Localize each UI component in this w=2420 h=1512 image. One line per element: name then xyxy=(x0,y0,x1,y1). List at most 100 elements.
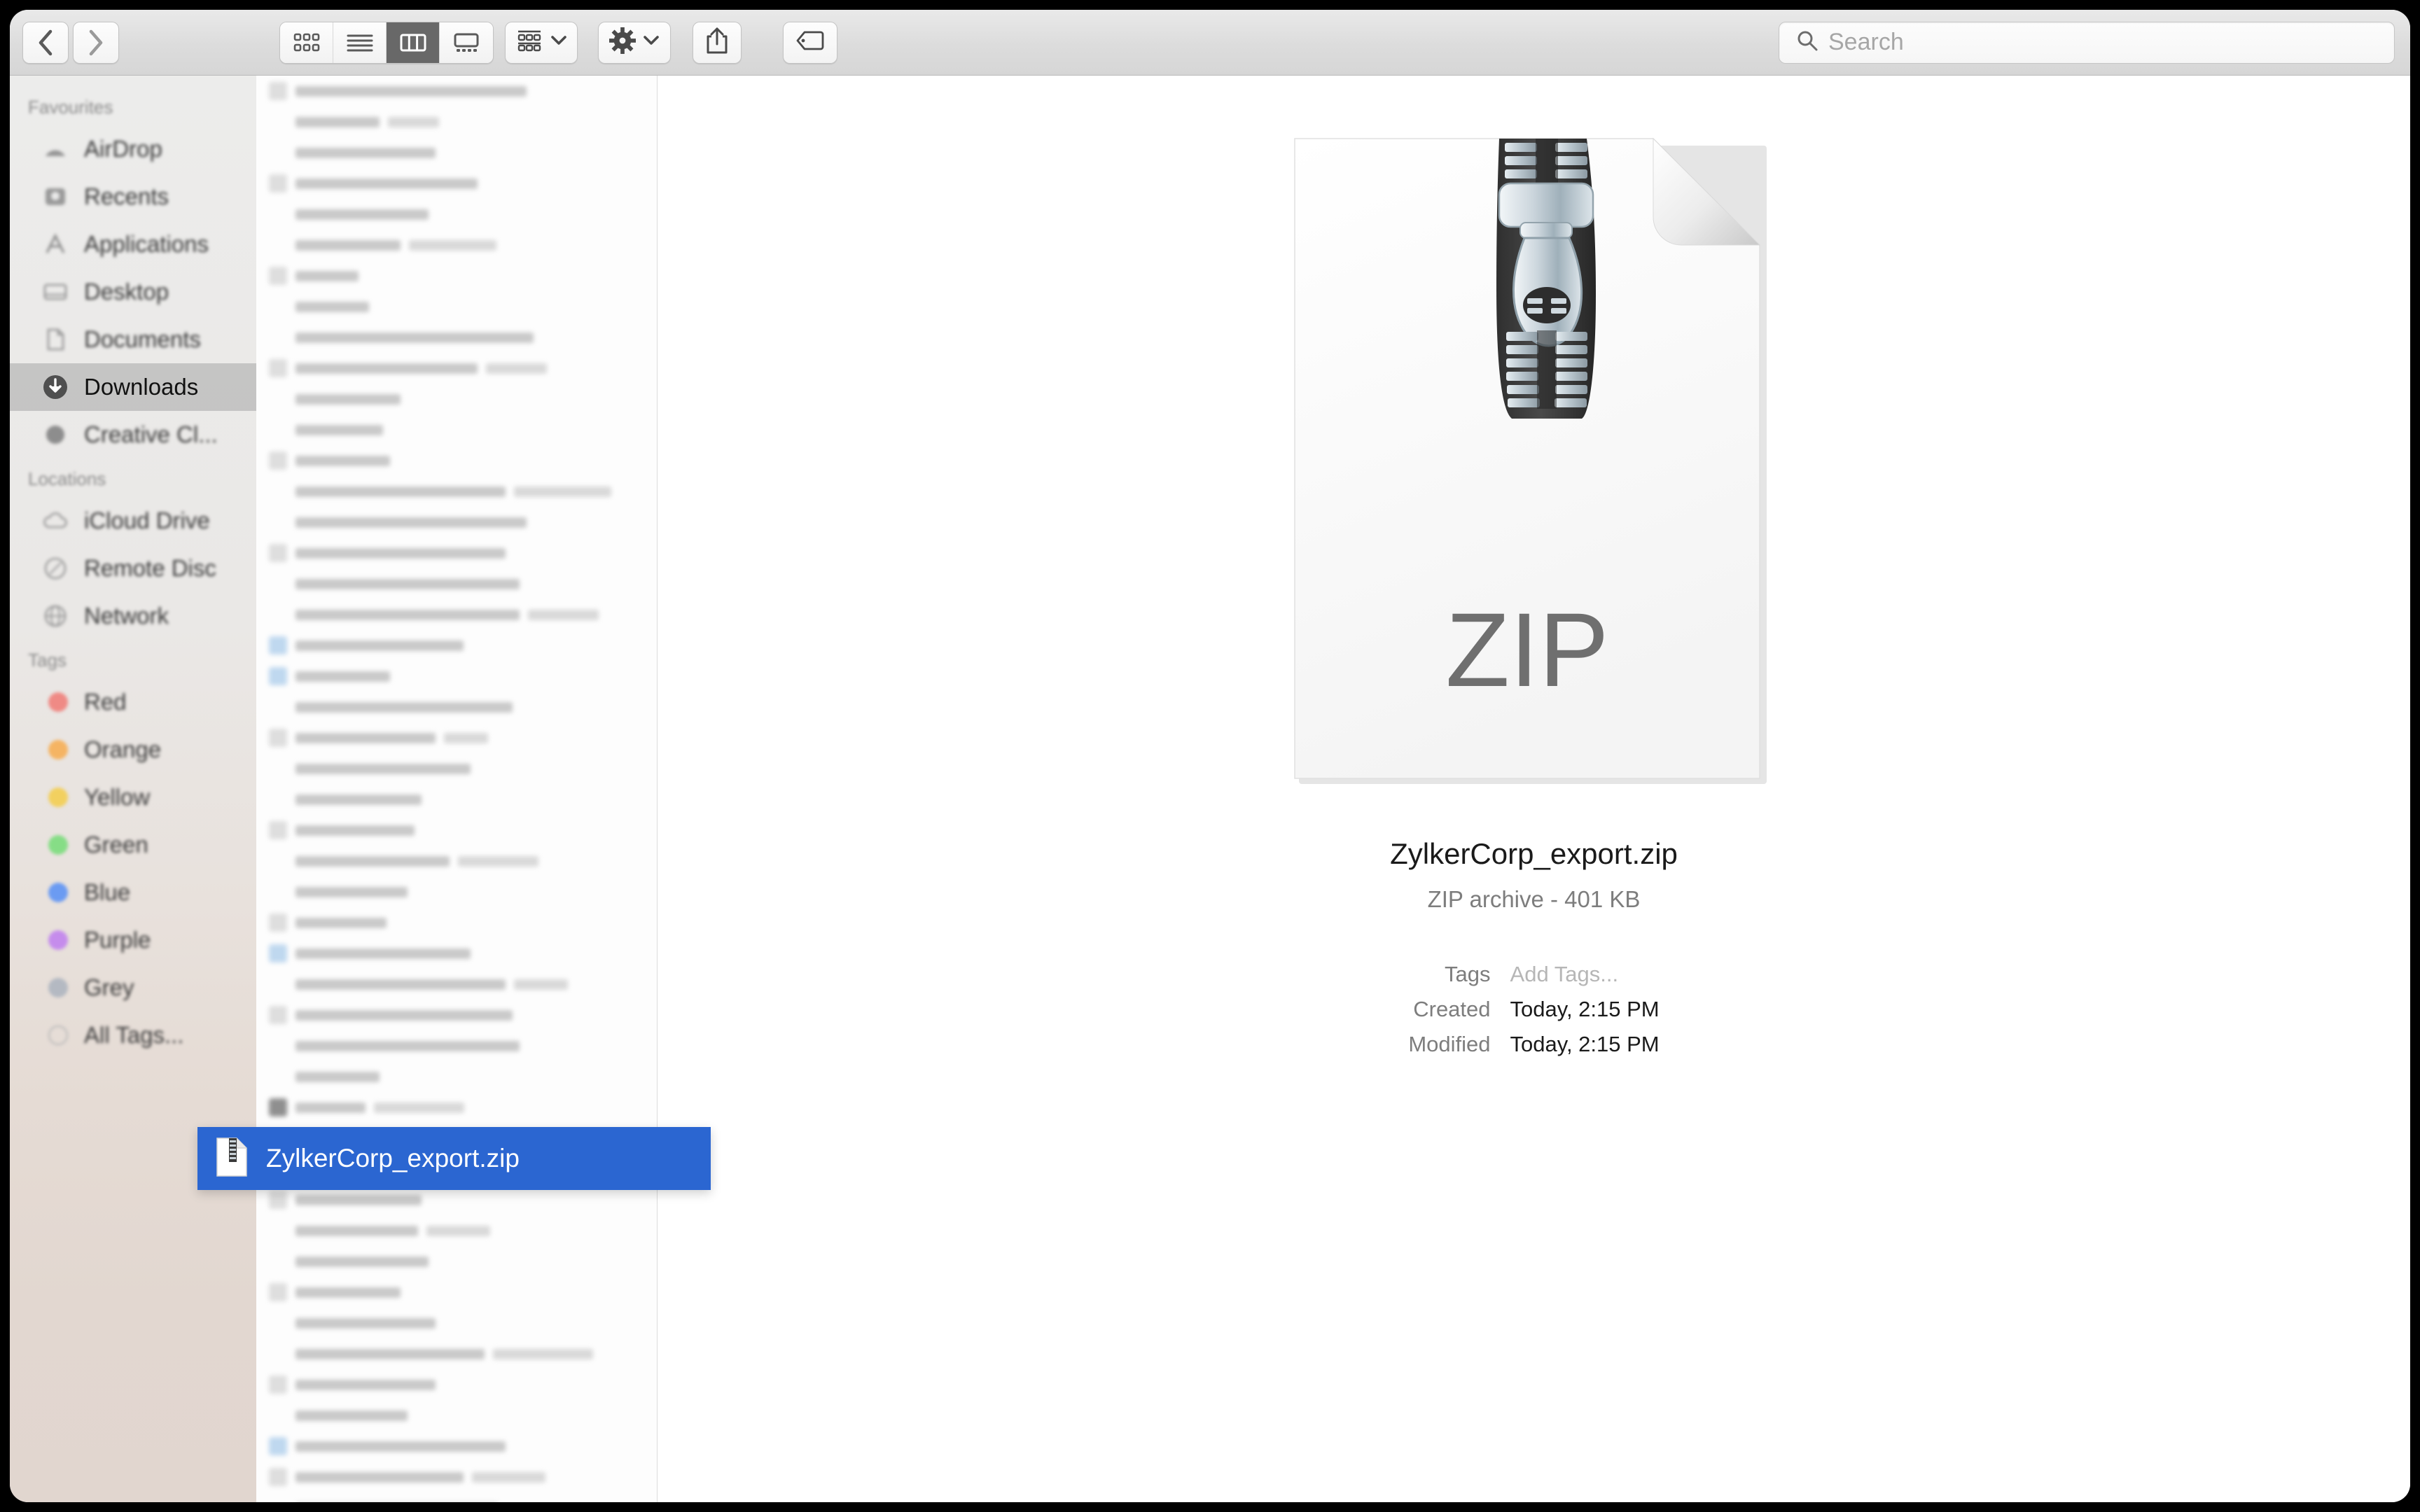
tag-button[interactable] xyxy=(783,21,837,64)
file-list-item[interactable] xyxy=(256,291,657,322)
action-menu-button[interactable] xyxy=(598,21,671,64)
airdrop-icon xyxy=(41,134,70,164)
selected-file-row[interactable]: ZylkerCorp_export.zip xyxy=(197,1127,711,1190)
sidebar-item-icloud-drive[interactable]: iCloud Drive xyxy=(10,497,256,545)
file-name-text xyxy=(295,948,471,959)
tag-dot-icon xyxy=(41,878,70,907)
file-list-item[interactable] xyxy=(256,568,657,599)
file-name-text xyxy=(295,85,527,97)
file-list-item[interactable] xyxy=(256,1400,657,1431)
file-list-item[interactable] xyxy=(256,1338,657,1369)
file-type-icon xyxy=(269,913,287,932)
file-list-item[interactable] xyxy=(256,938,657,969)
search-input[interactable]: Search xyxy=(1779,21,2395,64)
file-name-text xyxy=(295,239,401,251)
file-list-item[interactable] xyxy=(256,538,657,568)
file-list-item[interactable] xyxy=(256,753,657,784)
file-list-item[interactable] xyxy=(256,476,657,507)
group-by-button[interactable] xyxy=(505,21,578,64)
creative-cloud-icon xyxy=(41,420,70,449)
sidebar-item-network[interactable]: Network xyxy=(10,592,256,640)
sidebar-item-downloads[interactable]: Downloads xyxy=(10,363,256,411)
sidebar-item-tag-grey[interactable]: Grey xyxy=(10,964,256,1011)
sidebar-item-applications[interactable]: Applications xyxy=(10,220,256,268)
sidebar-item-desktop[interactable]: Desktop xyxy=(10,268,256,316)
column-view-button[interactable] xyxy=(387,22,440,63)
tag-dot-icon xyxy=(41,783,70,812)
file-list-item[interactable] xyxy=(256,846,657,876)
search-placeholder: Search xyxy=(1828,29,1904,55)
file-list-item[interactable] xyxy=(256,353,657,384)
zip-archive-icon: ZIP xyxy=(1289,133,1779,798)
gallery-view-button[interactable] xyxy=(440,22,493,63)
sidebar-item-tag-blue[interactable]: Blue xyxy=(10,869,256,916)
file-list-item[interactable] xyxy=(256,1092,657,1123)
file-list-column[interactable] xyxy=(256,76,658,1502)
file-list-item[interactable] xyxy=(256,414,657,445)
file-list-item[interactable] xyxy=(256,384,657,414)
file-list-item[interactable] xyxy=(256,76,657,106)
file-list-item[interactable] xyxy=(256,692,657,722)
file-list-item[interactable] xyxy=(256,1462,657,1492)
sidebar-item-tag-red[interactable]: Red xyxy=(10,678,256,726)
file-list-item[interactable] xyxy=(256,969,657,1000)
file-list-item[interactable] xyxy=(256,1431,657,1462)
icon-view-button[interactable] xyxy=(280,22,333,63)
file-list-item[interactable] xyxy=(256,907,657,938)
sidebar-item-tag-green[interactable]: Green xyxy=(10,821,256,869)
sidebar-item-all-tags[interactable]: All Tags... xyxy=(10,1011,256,1059)
file-list-item[interactable] xyxy=(256,1000,657,1030)
file-type-icon xyxy=(269,1345,287,1363)
sidebar-item-tag-purple[interactable]: Purple xyxy=(10,916,256,964)
file-name-text xyxy=(295,332,534,343)
file-type-icon xyxy=(269,698,287,716)
preview-pane: ZIP ZylkerCorp_export.zip ZIP archive - … xyxy=(658,76,2410,1502)
file-list-item[interactable] xyxy=(256,1246,657,1277)
forward-button[interactable] xyxy=(73,21,119,64)
file-list-item[interactable] xyxy=(256,260,657,291)
tag-dot-icon xyxy=(41,925,70,955)
file-list-item[interactable] xyxy=(256,630,657,661)
file-list-item[interactable] xyxy=(256,445,657,476)
back-button[interactable] xyxy=(22,21,69,64)
sidebar-item-creative-cloud[interactable]: Creative Cl... xyxy=(10,411,256,458)
file-type-icon xyxy=(269,1222,287,1240)
file-list-item[interactable] xyxy=(256,137,657,168)
file-list-item[interactable] xyxy=(256,599,657,630)
file-list-item[interactable] xyxy=(256,1061,657,1092)
file-list-item[interactable] xyxy=(256,1369,657,1400)
sidebar-item-remote-disc[interactable]: Remote Disc xyxy=(10,545,256,592)
file-list-item[interactable] xyxy=(256,722,657,753)
sidebar-item-documents[interactable]: Documents xyxy=(10,316,256,363)
file-meta-text xyxy=(486,363,547,374)
sidebar-item-airdrop[interactable]: AirDrop xyxy=(10,125,256,173)
file-list-item[interactable] xyxy=(256,106,657,137)
file-list-item[interactable] xyxy=(256,784,657,815)
file-name-text xyxy=(295,486,506,497)
tag-dot-icon xyxy=(41,687,70,717)
sidebar-item-label: Grey xyxy=(84,974,134,1000)
sidebar-item-tag-orange[interactable]: Orange xyxy=(10,726,256,774)
file-list-item[interactable] xyxy=(256,876,657,907)
file-list-item[interactable] xyxy=(256,1308,657,1338)
sidebar-item-recents[interactable]: Recents xyxy=(10,173,256,220)
sidebar-section-favourites-title: Favourites xyxy=(28,97,113,118)
file-list-item[interactable] xyxy=(256,1030,657,1061)
file-type-icon xyxy=(269,1068,287,1086)
sidebar-item-label: Red xyxy=(84,689,127,715)
sidebar-item-tag-yellow[interactable]: Yellow xyxy=(10,774,256,821)
file-name-text xyxy=(295,1379,436,1390)
file-list-item[interactable] xyxy=(256,322,657,353)
metadata-value-tags[interactable]: Add Tags... xyxy=(1510,962,1660,987)
file-list-item[interactable] xyxy=(256,1492,657,1502)
file-list-item[interactable] xyxy=(256,507,657,538)
file-list-item[interactable] xyxy=(256,1277,657,1308)
file-list-item[interactable] xyxy=(256,661,657,692)
list-view-button[interactable] xyxy=(333,22,387,63)
file-list-item[interactable] xyxy=(256,230,657,260)
file-list-item[interactable] xyxy=(256,1215,657,1246)
file-list-item[interactable] xyxy=(256,815,657,846)
share-button[interactable] xyxy=(693,21,742,64)
file-list-item[interactable] xyxy=(256,199,657,230)
file-list-item[interactable] xyxy=(256,168,657,199)
